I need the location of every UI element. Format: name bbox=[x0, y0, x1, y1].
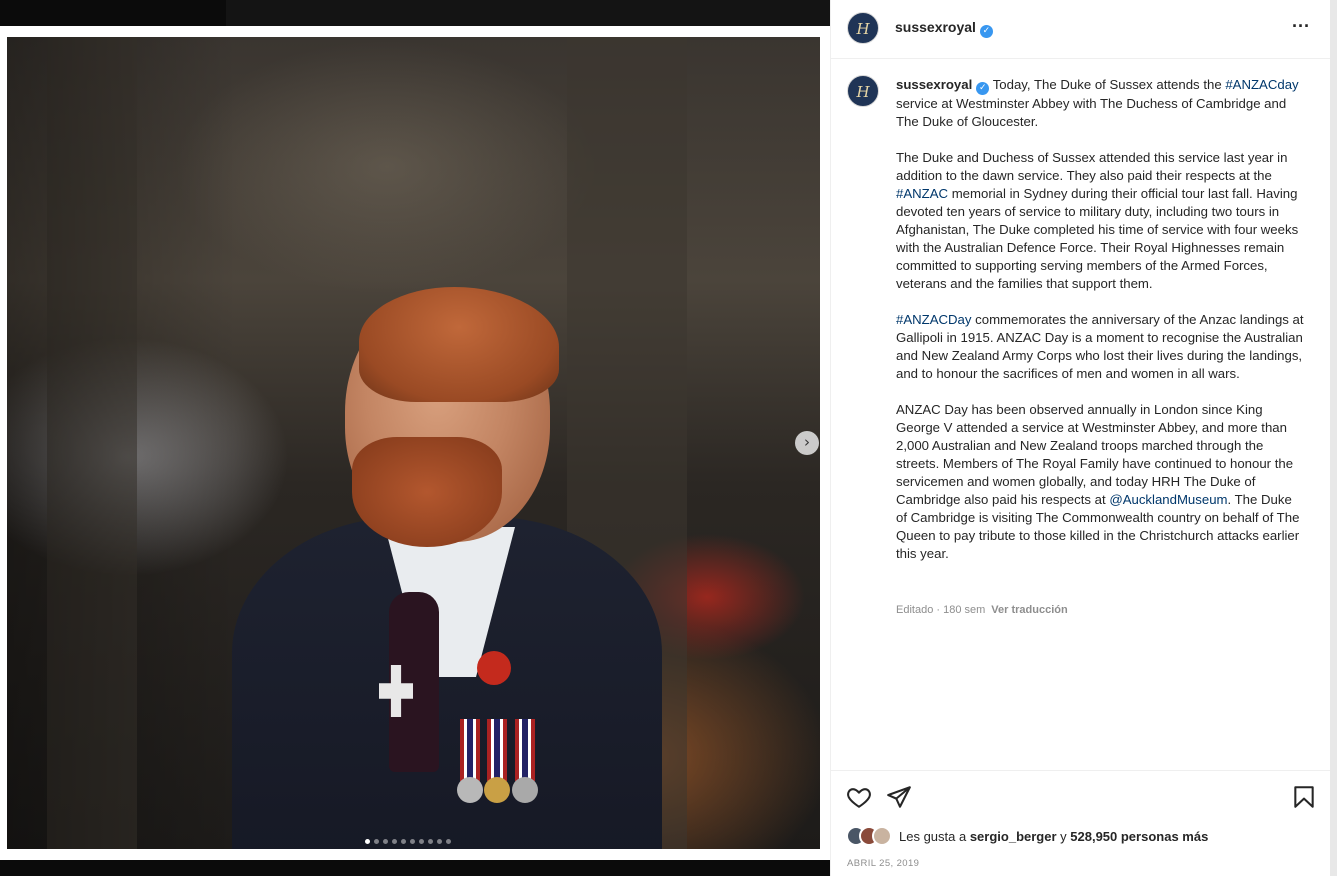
photo-medal-ribbon bbox=[460, 719, 480, 781]
caption-username[interactable]: sussexroyal bbox=[896, 77, 972, 92]
post-photo[interactable] bbox=[7, 37, 820, 849]
carousel-dot bbox=[374, 839, 379, 844]
caption-paragraph: The Duke and Duchess of Sussex attended … bbox=[896, 149, 1306, 293]
likes-user-link[interactable]: sergio_berger bbox=[970, 829, 1057, 844]
carousel-dot bbox=[446, 839, 451, 844]
post-meta: Editado · 180 sem Ver traducción bbox=[896, 604, 1068, 616]
backdrop-bottom bbox=[0, 860, 830, 876]
photo-medal-ribbon bbox=[487, 719, 507, 781]
photo-poppy bbox=[477, 651, 511, 685]
caption-text: Today, The Duke of Sussex attends the bbox=[992, 77, 1226, 92]
caption-text: The Duke and Duchess of Sussex attended … bbox=[896, 150, 1288, 183]
caption-paragraph: sussexroyal ✓ Today, The Duke of Sussex a… bbox=[896, 76, 1306, 131]
likes-summary: Les gusta a sergio_berger y 528,950 pers… bbox=[846, 826, 1208, 846]
caption-paragraph: #ANZACDay commemorates the anniversary o… bbox=[896, 311, 1306, 383]
photo-medal bbox=[457, 777, 483, 803]
caption-text: service at Westminster Abbey with The Du… bbox=[896, 96, 1287, 129]
caption-avatar[interactable]: H bbox=[847, 75, 879, 107]
backdrop-top-shade bbox=[226, 0, 830, 26]
carousel-dot bbox=[419, 839, 424, 844]
caption-text: memorial in Sydney during their official… bbox=[896, 186, 1299, 291]
chevron-right-icon: › bbox=[804, 433, 810, 451]
likes-count-link[interactable]: 528,950 personas más bbox=[1070, 829, 1208, 844]
likes-connector: y bbox=[1056, 828, 1071, 844]
paper-plane-icon[interactable] bbox=[886, 784, 912, 810]
photo-vignette bbox=[7, 37, 237, 849]
verified-badge-icon: ✓ bbox=[976, 82, 990, 95]
carousel-dot bbox=[428, 839, 433, 844]
liker-avatar[interactable] bbox=[872, 826, 892, 846]
likes-prefix: Les gusta a bbox=[899, 828, 970, 844]
edited-label: Editado · 180 sem bbox=[896, 604, 986, 616]
caption-tag-link[interactable]: #ANZAC bbox=[896, 186, 948, 201]
photo-medal bbox=[512, 777, 538, 803]
photo-medal bbox=[484, 777, 510, 803]
carousel-dot bbox=[401, 839, 406, 844]
photo-medal-ribbon bbox=[515, 719, 535, 781]
caption-paragraph: ANZAC Day has been observed annually in … bbox=[896, 401, 1306, 563]
carousel-dot bbox=[437, 839, 442, 844]
actions-divider bbox=[831, 770, 1330, 771]
photo-hair bbox=[359, 287, 559, 402]
caption-tag-link[interactable]: #ANZACDay bbox=[896, 312, 971, 327]
header-divider bbox=[831, 58, 1330, 59]
carousel-indicator bbox=[365, 839, 451, 844]
photo-beard bbox=[352, 437, 502, 547]
bookmark-icon[interactable] bbox=[1291, 784, 1317, 810]
avatar-monogram: H bbox=[856, 83, 870, 101]
caption-tag-link[interactable]: @AucklandMuseum bbox=[1109, 492, 1227, 507]
post-caption: sussexroyal ✓ Today, The Duke of Sussex a… bbox=[896, 76, 1306, 581]
carousel-dot bbox=[410, 839, 415, 844]
verified-badge-icon: ✓ bbox=[979, 25, 993, 38]
translate-link[interactable]: Ver traducción bbox=[991, 604, 1067, 616]
carousel-dot bbox=[365, 839, 370, 844]
carousel-dot bbox=[383, 839, 388, 844]
carousel-dot bbox=[392, 839, 397, 844]
caption-tag-link[interactable]: #ANZACday bbox=[1225, 77, 1298, 92]
likes-text: Les gusta a sergio_berger y 528,950 pers… bbox=[899, 829, 1208, 844]
heart-icon[interactable] bbox=[846, 784, 872, 810]
scrollbar[interactable] bbox=[1330, 0, 1337, 876]
avatar[interactable]: H bbox=[847, 12, 879, 44]
more-horizontal-icon: ··· bbox=[1292, 16, 1310, 36]
carousel-next-button[interactable]: › bbox=[795, 431, 819, 455]
backdrop-top bbox=[0, 0, 830, 26]
more-options-button[interactable]: ··· bbox=[1292, 16, 1310, 37]
username-text[interactable]: sussexroyal bbox=[895, 19, 976, 35]
header-username[interactable]: sussexroyal ✓ bbox=[895, 19, 993, 38]
post-date: ABRIL 25, 2019 bbox=[847, 858, 920, 869]
avatar-monogram: H bbox=[856, 20, 870, 38]
